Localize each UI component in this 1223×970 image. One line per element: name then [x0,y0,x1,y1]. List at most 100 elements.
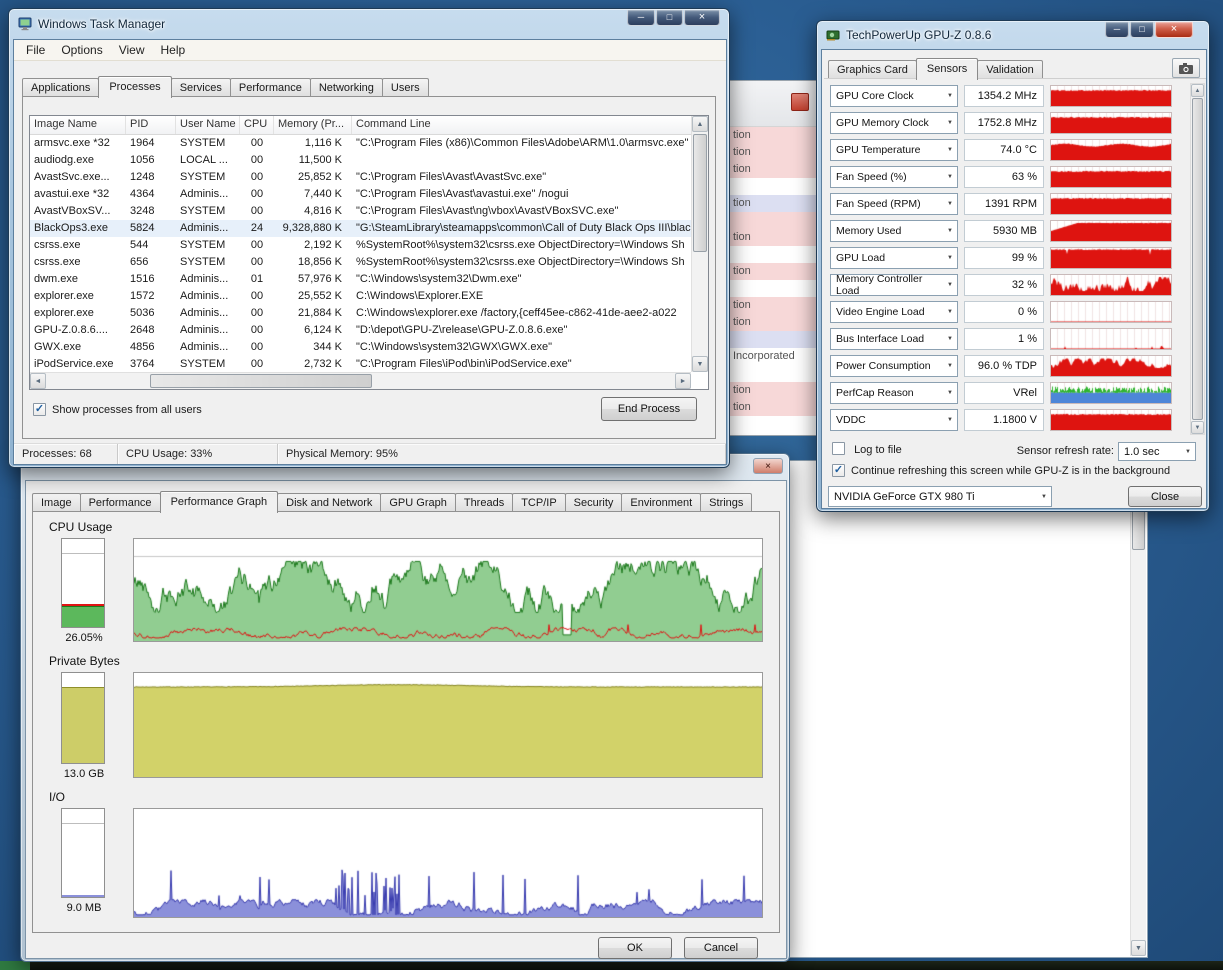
minimize-button[interactable]: ─ [1105,22,1129,38]
tab-services[interactable]: Services [171,78,231,97]
tab-gpu-graph[interactable]: GPU Graph [380,493,455,512]
scroll-right-icon[interactable]: ► [675,373,691,389]
process-cell: Adminis... [176,271,240,288]
sensor-dropdown-perfcap-reason[interactable]: PerfCap Reason▼ [830,382,958,404]
menu-item-view[interactable]: View [111,40,153,60]
column-header-cpu[interactable]: CPU [240,116,274,134]
sensor-dropdown-gpu-core-clock[interactable]: GPU Core Clock▼ [830,85,958,107]
process-cell: C:\Windows\Explorer.EXE [352,288,691,305]
tab-networking[interactable]: Networking [310,78,383,97]
tab-strings[interactable]: Strings [700,493,752,512]
sensor-dropdown-memory-used[interactable]: Memory Used▼ [830,220,958,242]
tab-users[interactable]: Users [382,78,429,97]
end-process-button[interactable]: End Process [601,397,697,421]
menu-item-options[interactable]: Options [53,40,110,60]
menu-item-help[interactable]: Help [153,40,194,60]
process-row-ipodservice-exe[interactable]: iPodService.exe3764SYSTEM002,732 K"C:\Pr… [30,356,691,372]
sensor-dropdown-memory-controller-load[interactable]: Memory Controller Load▼ [830,274,958,296]
sensor-dropdown-gpu-load[interactable]: GPU Load▼ [830,247,958,269]
scroll-down-icon[interactable]: ▼ [692,356,708,372]
column-header-pid[interactable]: PID [126,116,176,134]
sensor-dropdown-fan-speed[interactable]: Fan Speed (%)▼ [830,166,958,188]
refresh-rate-dropdown[interactable]: 1.0 sec ▼ [1118,442,1196,461]
process-row-avastsvc-exe[interactable]: AvastSvc.exe...1248SYSTEM0025,852 K"C:\P… [30,169,691,186]
scrollbar-thumb[interactable] [1192,98,1203,420]
sensor-dropdown-fan-speed-rpm[interactable]: Fan Speed (RPM)▼ [830,193,958,215]
sensor-graph-gpu-memory-clock [1050,112,1172,134]
column-header-image-name[interactable]: Image Name [30,116,126,134]
tab-tcp-ip[interactable]: TCP/IP [512,493,565,512]
column-header-memory-pr[interactable]: Memory (Pr... [274,116,352,134]
sensor-graph-canvas [1051,221,1171,241]
maximize-button[interactable]: □ [656,10,683,26]
close-button[interactable]: × [753,458,783,474]
tab-performance-graph[interactable]: Performance Graph [160,491,279,513]
process-row-csrss-exe[interactable]: csrss.exe656SYSTEM0018,856 K%SystemRoot%… [30,254,691,271]
tab-performance[interactable]: Performance [230,78,311,97]
refresh-rate-label: Sensor refresh rate: [1017,445,1114,457]
scrollbar-thumb[interactable] [693,134,707,252]
menu-item-file[interactable]: File [18,40,53,60]
tab-validation[interactable]: Validation [977,60,1043,79]
sensor-row-video-engine-load: Video Engine Load▼0 % [824,301,1206,325]
minimize-button[interactable]: ─ [627,10,655,26]
scroll-up-icon[interactable]: ▲ [692,116,708,132]
process-row-explorer-exe[interactable]: explorer.exe5036Adminis...0021,884 KC:\W… [30,305,691,322]
scroll-up-icon[interactable]: ▲ [1191,84,1204,97]
scroll-down-icon[interactable]: ▼ [1131,940,1146,956]
close-button[interactable]: × [684,10,720,26]
process-row-explorer-exe[interactable]: explorer.exe1572Adminis...0025,552 KC:\W… [30,288,691,305]
sensor-dropdown-vddc[interactable]: VDDC▼ [830,409,958,431]
sensor-dropdown-gpu-temperature[interactable]: GPU Temperature▼ [830,139,958,161]
scrollbar-thumb[interactable] [150,374,372,388]
sensor-dropdown-video-engine-load[interactable]: Video Engine Load▼ [830,301,958,323]
sensor-graph-canvas [1051,329,1171,349]
tab-threads[interactable]: Threads [455,493,513,512]
process-list-horizontal-scrollbar[interactable]: ◄ ► [30,372,691,389]
tab-disk-and-network[interactable]: Disk and Network [277,493,381,512]
tab-applications[interactable]: Applications [22,78,99,97]
background-window-scrollbar[interactable]: ▲ ▼ [1130,462,1146,956]
tab-image[interactable]: Image [32,493,81,512]
process-row-avastui-exe-32[interactable]: avastui.exe *324364Adminis...007,440 K"C… [30,186,691,203]
process-list-vertical-scrollbar[interactable]: ▲ ▼ [691,116,708,372]
cancel-button[interactable]: Cancel [684,937,758,959]
gpu-z-tabs: Graphics CardSensorsValidation [828,58,1042,79]
ok-button[interactable]: OK [598,937,672,959]
column-header-user-name[interactable]: User Name [176,116,240,134]
process-row-avastvboxsv[interactable]: AvastVBoxSV...3248SYSTEM004,816 K"C:\Pro… [30,203,691,220]
screenshot-button[interactable] [1172,58,1200,78]
close-button[interactable]: × [1155,22,1193,38]
tab-environment[interactable]: Environment [621,493,701,512]
tab-performance[interactable]: Performance [80,493,161,512]
tab-processes[interactable]: Processes [98,76,171,98]
process-row-gpu-z-0-8-6[interactable]: GPU-Z.0.8.6....2648Adminis...006,124 K"D… [30,322,691,339]
sensor-dropdown-gpu-memory-clock[interactable]: GPU Memory Clock▼ [830,112,958,134]
process-row-audiodg-exe[interactable]: audiodg.exe1056LOCAL ...0011,500 K [30,152,691,169]
process-row-gwx-exe[interactable]: GWX.exe4856Adminis...00344 K"C:\Windows\… [30,339,691,356]
scroll-left-icon[interactable]: ◄ [30,373,46,389]
process-cell: 2648 [126,322,176,339]
process-row-blackops3-exe[interactable]: BlackOps3.exe5824Adminis...249,328,880 K… [30,220,691,237]
sensor-dropdown-bus-interface-load[interactable]: Bus Interface Load▼ [830,328,958,350]
show-all-users-checkbox[interactable]: ✓ [33,403,46,416]
io-value: 9.0 MB [41,902,127,914]
sensors-scrollbar[interactable]: ▲ ▼ [1190,83,1205,435]
tab-graphics-card[interactable]: Graphics Card [828,60,917,79]
sensor-graph-canvas [1051,410,1171,430]
scroll-down-icon[interactable]: ▼ [1191,421,1204,434]
process-row-csrss-exe[interactable]: csrss.exe544SYSTEM002,192 K%SystemRoot%\… [30,237,691,254]
maximize-button[interactable]: □ [1130,22,1154,38]
sensor-dropdown-power-consumption[interactable]: Power Consumption▼ [830,355,958,377]
process-row-dwm-exe[interactable]: dwm.exe1516Adminis...0157,976 K"C:\Windo… [30,271,691,288]
column-header-command-line[interactable]: Command Line [352,116,708,134]
tab-sensors[interactable]: Sensors [916,58,978,80]
sensor-row-memory-used: Memory Used▼5930 MB [824,220,1206,244]
log-to-file-checkbox[interactable] [832,442,845,455]
gpu-z-close-button[interactable]: Close [1128,486,1202,507]
tab-security[interactable]: Security [565,493,623,512]
process-row-armsvc-exe-32[interactable]: armsvc.exe *321964SYSTEM001,116 K"C:\Pro… [30,135,691,152]
continue-refresh-checkbox[interactable]: ✓ [832,464,845,477]
graphics-card-dropdown[interactable]: NVIDIA GeForce GTX 980 Ti ▼ [828,486,1052,507]
process-cell: Adminis... [176,305,240,322]
